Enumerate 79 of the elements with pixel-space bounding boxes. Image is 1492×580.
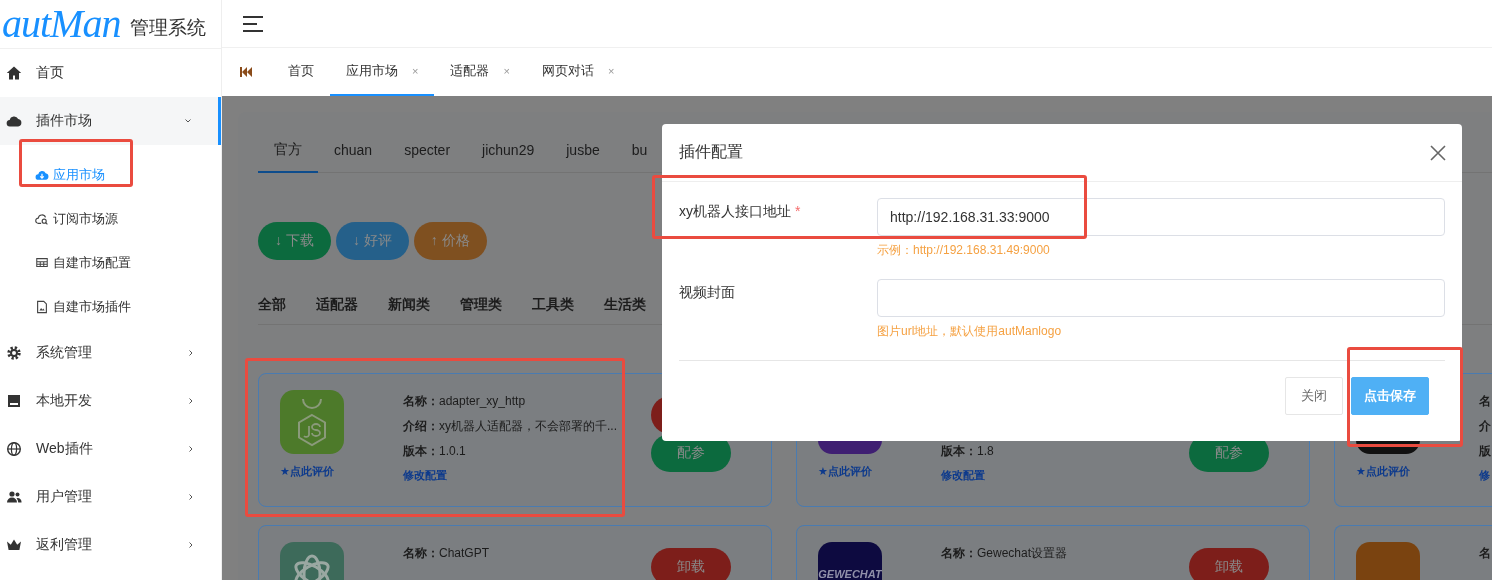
crown-icon — [6, 537, 22, 553]
input-field[interactable] — [877, 279, 1445, 317]
sidebar-subitem[interactable]: 应用市场 — [0, 153, 221, 197]
plugin-version: 版 — [1479, 443, 1492, 460]
sidebar-subitem[interactable]: 自建市场插件 — [0, 285, 221, 329]
users-icon — [6, 489, 22, 505]
chevron-icon — [187, 445, 195, 453]
source-tab[interactable]: specter — [388, 128, 467, 173]
save-button[interactable]: 点击保存 — [1351, 377, 1429, 415]
plugin-name: 名 — [1479, 545, 1492, 562]
plugin-name: 名称：Gewechat设置器 — [941, 545, 1069, 562]
rate-link[interactable]: ★点此评价 — [1356, 464, 1410, 479]
page-tab[interactable]: 适配器 × — [434, 48, 526, 96]
uninstall-button[interactable]: 卸载 — [1189, 548, 1269, 580]
close-button[interactable]: 关闭 — [1285, 377, 1343, 415]
sidebar-item[interactable]: 本地开发 — [0, 377, 221, 425]
globe-icon — [6, 441, 22, 457]
source-tab[interactable]: jusbe — [550, 128, 616, 173]
uninstall-button[interactable]: 卸载 — [651, 548, 731, 580]
plugin-version: 版本：1.0.1 — [403, 443, 467, 460]
category-tab[interactable]: 工具类 — [532, 296, 574, 314]
field-hint: 图片url地址，默认使用autManlogo — [877, 323, 1062, 340]
chevron-icon — [187, 349, 195, 357]
file-image-icon — [35, 300, 49, 314]
close-icon[interactable] — [1430, 144, 1446, 161]
sidebar-subitem[interactable]: 订阅市场源 — [0, 197, 221, 241]
rate-link[interactable]: ★点此评价 — [818, 464, 872, 479]
config-link[interactable]: 修改配置 — [941, 468, 1189, 493]
plugin-name: 名 — [1479, 393, 1492, 410]
cloud-search-icon — [35, 212, 49, 226]
field-label: xy机器人接口地址 * — [679, 202, 802, 221]
wordmark-app-icon: GEWECHAT — [818, 542, 882, 580]
tab-close[interactable]: × — [607, 65, 615, 77]
plugin-intro: 介 — [1479, 418, 1492, 435]
category-tab[interactable]: 新闻类 — [388, 296, 430, 314]
chevron-icon — [184, 117, 192, 125]
category-tab[interactable]: 适配器 — [316, 296, 358, 314]
input-field[interactable]: http://192.168.31.33:9000 — [877, 198, 1445, 236]
tab-close[interactable]: × — [412, 65, 419, 77]
app-title: 管理系统 — [130, 16, 207, 40]
chevron-icon — [187, 493, 195, 501]
sidebar-item[interactable]: Web插件 — [0, 425, 221, 473]
sidebar-subitem[interactable]: 自建市场配置 — [0, 241, 221, 285]
sidebar-item[interactable]: 首页 — [0, 49, 221, 97]
plugin-intro: 介绍：xy机器人适配器，不会部署的千... — [403, 418, 618, 435]
config-link[interactable]: 修改配置 — [403, 468, 651, 493]
source-tab[interactable]: 官方 — [258, 128, 318, 173]
rate-link[interactable]: ★点此评价 — [280, 464, 334, 479]
table-icon — [35, 256, 49, 270]
category-tab[interactable]: 管理类 — [460, 296, 502, 314]
plugin-version: 版本：1.8 — [941, 443, 995, 460]
source-tab[interactable]: bu — [615, 128, 664, 173]
page-tab[interactable]: 首页 — [272, 48, 330, 96]
plugin-name: 名称：ChatGPT — [403, 545, 490, 562]
plugin-name: 名称：adapter_xy_http — [403, 393, 527, 410]
page-tab[interactable]: 网页对话 × — [525, 48, 631, 96]
dialog-title: 插件配置 — [679, 142, 743, 162]
home-icon — [6, 65, 22, 81]
settings-icon — [6, 345, 22, 361]
drive-icon — [6, 393, 22, 409]
cloud-download-icon — [35, 168, 49, 182]
sidebar-item[interactable]: 插件市场 — [0, 97, 221, 145]
skip-back-icon[interactable] — [240, 67, 252, 77]
source-tab[interactable]: chuan — [318, 128, 389, 173]
chevron-icon — [187, 541, 195, 549]
logo: autMan — [2, 4, 121, 44]
chevron-icon — [187, 397, 195, 405]
sidebar-item[interactable]: 返利管理 — [0, 521, 221, 569]
source-tab[interactable]: jichun29 — [466, 128, 551, 173]
config-link[interactable]: 修 — [1479, 468, 1492, 493]
category-tab[interactable]: 生活类 — [604, 296, 646, 314]
cloud-icon — [6, 113, 22, 129]
category-tab[interactable]: 全部 — [258, 296, 286, 314]
sidebar-item[interactable]: 用户管理 — [0, 473, 221, 521]
field-hint: 示例：http://192.168.31.49:9000 — [877, 242, 1050, 259]
field-label: 视频封面 — [679, 283, 736, 302]
sidebar-item[interactable]: 系统管理 — [0, 329, 221, 377]
tab-close[interactable]: × — [503, 65, 510, 77]
menu-icon[interactable] — [242, 14, 264, 33]
